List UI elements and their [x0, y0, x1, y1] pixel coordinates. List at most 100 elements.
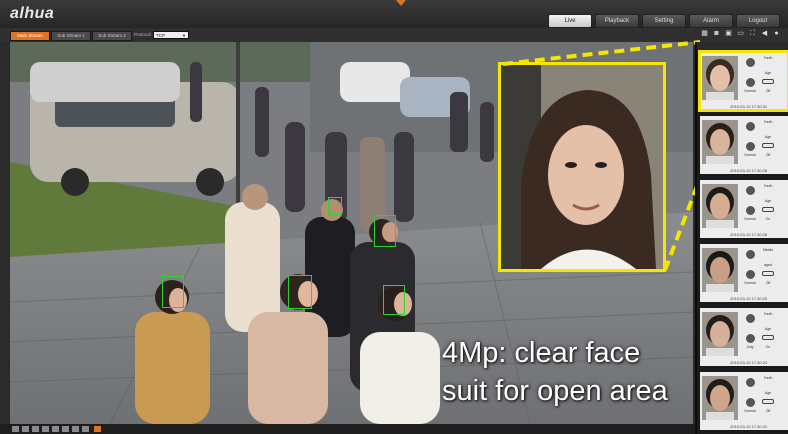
- age-sub-label: aged: [764, 263, 772, 267]
- age-label: Youth: [763, 312, 773, 316]
- capture-time: 2019-03-19 17:30:26: [730, 232, 768, 237]
- glasses-label: Off: [765, 89, 771, 93]
- face-detection-box[interactable]: [288, 275, 312, 309]
- glasses-icon: [762, 207, 774, 212]
- face-card[interactable]: Youth Age Normal Off 2019-03-19 17:30:22: [700, 372, 788, 430]
- glasses-label: On: [765, 217, 771, 221]
- capture-time: 2019-03-19 17:30:28: [730, 168, 768, 173]
- protocol-label: Protocol:: [134, 32, 152, 37]
- glasses-label: Off: [765, 281, 771, 285]
- age-sub-label: Age: [764, 199, 772, 203]
- face-detection-box[interactable]: [383, 285, 405, 315]
- glasses-label: Off: [765, 409, 771, 413]
- age-label: Youth: [763, 184, 773, 188]
- panel-header: [697, 42, 788, 50]
- capture-time: 2019-03-19 17:30:31: [730, 104, 768, 109]
- caption: 4Mp: clear face suit for open area: [442, 334, 668, 410]
- sub-stream-2-button[interactable]: Sub Stream 2: [92, 31, 132, 41]
- volume-icon[interactable]: ◀: [760, 29, 769, 38]
- settings-icon[interactable]: [82, 426, 89, 432]
- face-detection-box[interactable]: [328, 197, 342, 215]
- tab-live[interactable]: Live: [548, 14, 592, 28]
- grid-icon[interactable]: ▦: [700, 29, 709, 38]
- glasses-label: Off: [765, 153, 771, 157]
- expression-label: Normal: [744, 409, 756, 413]
- zoomed-face-image: [501, 65, 663, 269]
- stream-toolbar: Main Stream Sub Stream 1 Sub Stream 2 Pr…: [0, 28, 788, 42]
- glasses-label: On: [765, 345, 771, 349]
- face-overlay-icon[interactable]: [94, 426, 101, 432]
- tab-logout[interactable]: Logout: [736, 14, 780, 28]
- face-card[interactable]: Youth Age Normal On 2019-03-19 17:30:26: [700, 180, 788, 238]
- person-icon: [746, 378, 755, 387]
- camera-icon[interactable]: ◙: [712, 29, 721, 38]
- protocol-select[interactable]: TCP ▼: [153, 31, 189, 39]
- face-thumbnail: [702, 312, 738, 356]
- face-detection-box[interactable]: [374, 215, 396, 247]
- age-label: Youth: [763, 376, 773, 380]
- age-sub-label: Age: [764, 135, 772, 139]
- main-nav: Live Playback Setting Alarm Logout: [548, 14, 780, 28]
- top-marker-icon: [396, 0, 406, 6]
- expression-label: Normal: [744, 281, 756, 285]
- zoom-icon[interactable]: [42, 426, 49, 432]
- age-sub-label: Age: [764, 327, 772, 331]
- face-thumbnail: [702, 120, 738, 164]
- face-card[interactable]: Youth Age Normal Off 2019-03-19 17:30:28: [700, 116, 788, 174]
- face-thumbnail: [702, 184, 738, 228]
- age-label: Middle: [762, 248, 774, 252]
- tab-setting[interactable]: Setting: [642, 14, 686, 28]
- main-stream-button[interactable]: Main Stream: [10, 31, 50, 41]
- face-card[interactable]: Middle aged Normal Off 2019-03-19 17:30:25: [700, 244, 788, 302]
- fullscreen-icon[interactable]: ⛶: [748, 29, 757, 38]
- protocol-value: TCP: [156, 33, 165, 38]
- stop-icon[interactable]: [12, 426, 19, 432]
- tab-alarm[interactable]: Alarm: [689, 14, 733, 28]
- capture-time: 2019-03-19 17:30:22: [730, 424, 768, 429]
- record-icon[interactable]: ▣: [724, 29, 733, 38]
- ratio-icon[interactable]: [52, 426, 59, 432]
- face-capture-panel: Youth Age Normal Off 2019-03-19 17:30:31 Yout…: [695, 42, 788, 434]
- capture-time: 2019-03-19 17:30:24: [730, 360, 768, 365]
- caption-line-1: 4Mp: clear face: [442, 337, 641, 369]
- face-detection-box[interactable]: [162, 276, 184, 308]
- expression-label: Normal: [744, 153, 756, 157]
- age-label: Youth: [763, 120, 773, 124]
- glasses-icon: [762, 399, 774, 404]
- expression-icon: [746, 334, 755, 343]
- expression-label: Jolly: [746, 345, 754, 349]
- expression-icon: [746, 206, 755, 215]
- age-sub-label: Age: [764, 391, 772, 395]
- face-card[interactable]: Youth Age Normal Off 2019-03-19 17:30:31: [698, 50, 788, 112]
- glasses-icon: [762, 335, 774, 340]
- face-thumbnail: [702, 376, 738, 420]
- live-video-view[interactable]: 4Mp: clear face suit for open area: [10, 42, 693, 424]
- expression-icon: [746, 142, 755, 151]
- sub-stream-1-button[interactable]: Sub Stream 1: [51, 31, 91, 41]
- person-icon: [746, 314, 755, 323]
- brand-logo: alhua: [10, 5, 55, 22]
- snapshot-icon[interactable]: [22, 426, 29, 432]
- audio-icon[interactable]: [62, 426, 69, 432]
- expression-icon: [746, 78, 755, 87]
- expression-icon: [746, 270, 755, 279]
- person-icon: [746, 186, 755, 195]
- zoomed-face-view: [498, 62, 666, 272]
- glasses-icon: [762, 143, 774, 148]
- mic-icon[interactable]: ●: [772, 29, 781, 38]
- person-icon: [746, 250, 755, 259]
- expression-icon: [746, 398, 755, 407]
- face-card[interactable]: Youth Age Jolly On 2019-03-19 17:30:24: [700, 308, 788, 366]
- talk-icon[interactable]: [72, 426, 79, 432]
- capture-time: 2019-03-19 17:30:25: [730, 296, 768, 301]
- age-sub-label: Age: [764, 71, 772, 75]
- person-icon: [746, 58, 755, 67]
- glasses-icon: [762, 79, 774, 84]
- record-icon[interactable]: [32, 426, 39, 432]
- glasses-icon: [762, 271, 774, 276]
- face-thumbnail: [702, 56, 738, 100]
- tab-playback[interactable]: Playback: [595, 14, 639, 28]
- expression-label: Normal: [744, 217, 756, 221]
- video-icon[interactable]: ▭: [736, 29, 745, 38]
- video-control-bar: [0, 424, 695, 434]
